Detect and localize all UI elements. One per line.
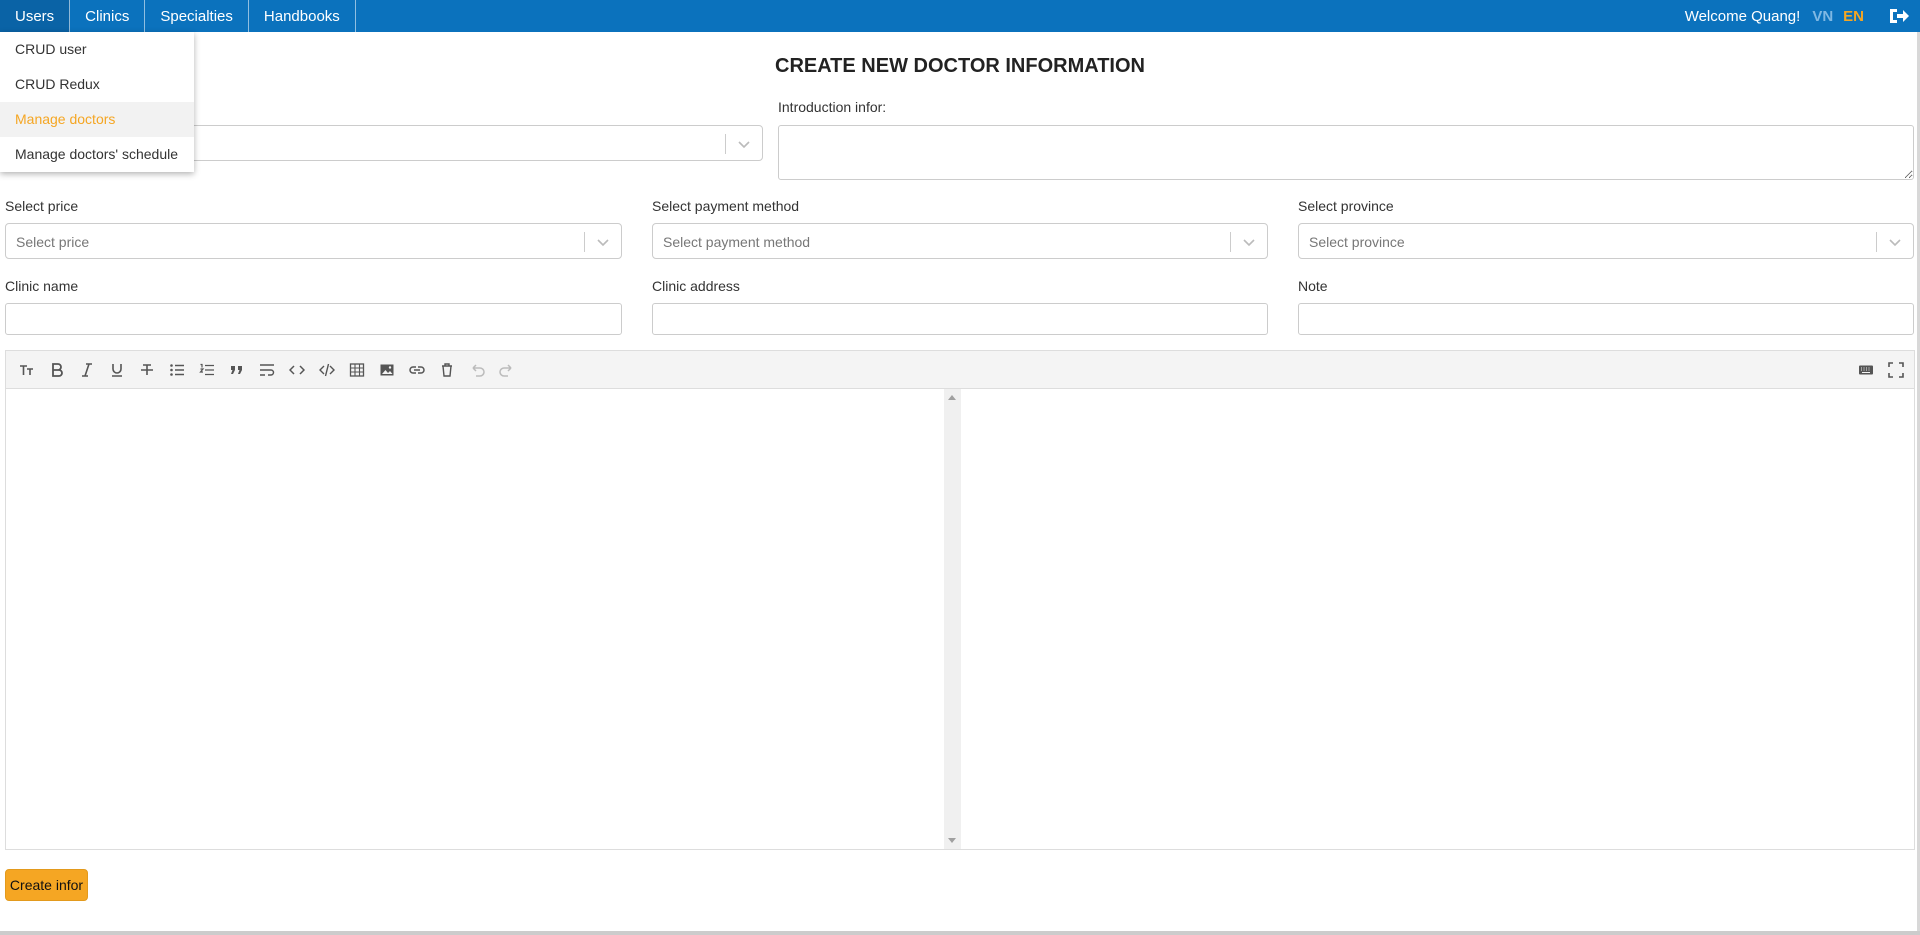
page-title: CREATE NEW DOCTOR INFORMATION: [775, 55, 1145, 77]
nav-users[interactable]: Users: [0, 0, 71, 32]
font-size-icon[interactable]: [19, 362, 35, 378]
chevron-down-icon: [597, 239, 609, 247]
select-separator: [725, 134, 726, 154]
create-infor-button[interactable]: Create infor: [5, 869, 88, 901]
text-wrap-icon[interactable]: [259, 362, 275, 378]
image-icon[interactable]: [379, 362, 395, 378]
menu-item-manage-schedule[interactable]: Manage doctors' schedule: [0, 137, 194, 172]
nav-clinics[interactable]: Clinics: [70, 0, 146, 32]
province-select[interactable]: Select province: [1298, 223, 1914, 259]
keyboard-icon[interactable]: [1858, 362, 1874, 378]
welcome-text: Welcome Quang!: [1684, 7, 1801, 25]
underline-icon[interactable]: [109, 362, 125, 378]
scroll-down-icon[interactable]: [948, 838, 956, 843]
bullet-list-icon[interactable]: [169, 362, 185, 378]
menu-item-manage-doctors[interactable]: Manage doctors: [0, 102, 194, 137]
users-dropdown-menu: CRUD user CRUD Redux Manage doctors Mana…: [0, 32, 194, 172]
chevron-down-icon: [1243, 239, 1255, 247]
italic-icon[interactable]: [79, 362, 95, 378]
sign-out-icon[interactable]: [1888, 6, 1910, 26]
redo-icon[interactable]: [499, 362, 515, 378]
page-bottom-border: [0, 931, 1920, 935]
lang-en-button[interactable]: EN: [1843, 8, 1864, 25]
select-separator: [584, 232, 585, 252]
nav-specialties[interactable]: Specialties: [145, 0, 249, 32]
select-separator: [1230, 232, 1231, 252]
chevron-down-icon: [738, 141, 750, 149]
clinic-name-label: Clinic name: [5, 278, 79, 294]
nav-handbooks[interactable]: Handbooks: [249, 0, 356, 32]
header-right: Welcome Quang! VN EN: [1685, 0, 1920, 32]
payment-select[interactable]: Select payment method: [652, 223, 1268, 259]
payment-label: Select payment method: [652, 198, 800, 214]
payment-placeholder: Select payment method: [663, 234, 811, 250]
editor-preview-pane: [961, 389, 1914, 849]
undo-icon[interactable]: [469, 362, 485, 378]
note-label: Note: [1298, 278, 1328, 294]
chevron-down-icon: [1889, 239, 1901, 247]
menu-item-crud-redux[interactable]: CRUD Redux: [0, 67, 194, 102]
link-icon[interactable]: [409, 362, 425, 378]
strikethrough-icon[interactable]: [139, 362, 155, 378]
editor-scrollbar[interactable]: [944, 389, 961, 849]
fullscreen-icon[interactable]: [1888, 362, 1904, 378]
clinic-address-input[interactable]: [652, 303, 1268, 335]
top-navbar: Users Clinics Specialties Handbooks: [0, 0, 1920, 32]
note-input[interactable]: [1298, 303, 1914, 335]
editor-input-pane[interactable]: [6, 389, 944, 849]
province-label: Select province: [1298, 198, 1394, 214]
menu-item-crud-user[interactable]: CRUD user: [0, 32, 194, 67]
price-placeholder: Select price: [16, 234, 90, 250]
intro-label: Introduction infor:: [778, 99, 887, 115]
code-block-icon[interactable]: [319, 362, 335, 378]
province-placeholder: Select province: [1309, 234, 1405, 250]
blockquote-icon[interactable]: [229, 362, 245, 378]
intro-textarea[interactable]: [778, 125, 1914, 180]
scroll-up-icon[interactable]: [948, 395, 956, 400]
markdown-editor: [5, 350, 1915, 850]
clinic-name-input[interactable]: [5, 303, 622, 335]
clear-icon[interactable]: [439, 362, 455, 378]
lang-vn-button[interactable]: VN: [1812, 8, 1833, 25]
code-icon[interactable]: [289, 362, 305, 378]
select-separator: [1876, 232, 1877, 252]
clinic-address-label: Clinic address: [652, 278, 740, 294]
ordered-list-icon[interactable]: [199, 362, 215, 378]
bold-icon[interactable]: [49, 362, 65, 378]
price-select[interactable]: Select price: [5, 223, 622, 259]
price-label: Select price: [5, 198, 79, 214]
table-icon[interactable]: [349, 362, 365, 378]
editor-toolbar: [6, 351, 1914, 389]
